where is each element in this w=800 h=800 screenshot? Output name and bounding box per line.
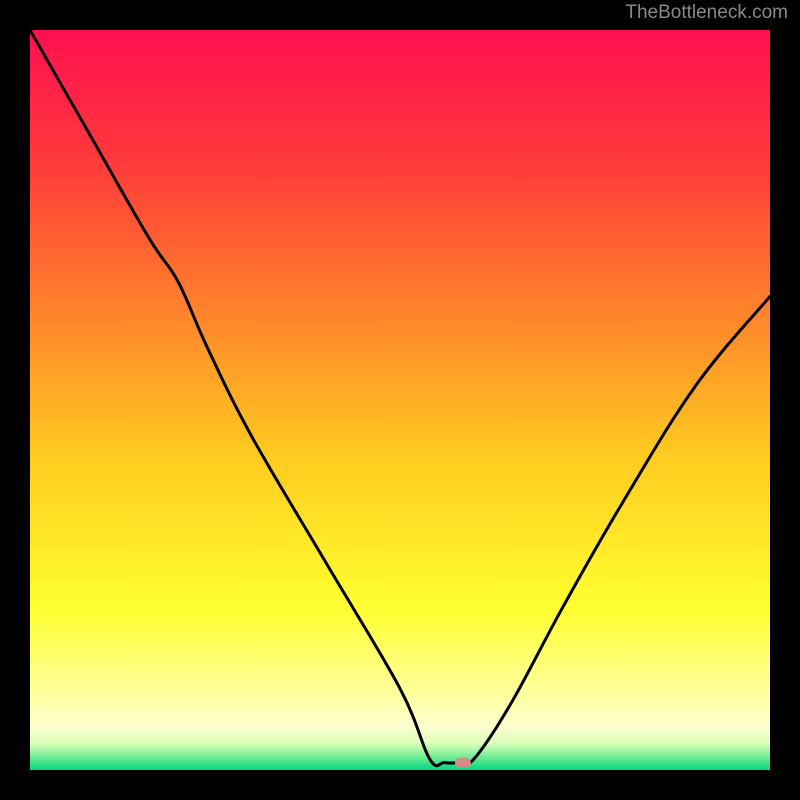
chart-background <box>30 30 770 770</box>
attribution-label: TheBottleneck.com <box>625 2 788 24</box>
chart-plot-area <box>30 30 770 770</box>
chart-svg <box>30 30 770 770</box>
optimal-marker <box>455 758 471 768</box>
